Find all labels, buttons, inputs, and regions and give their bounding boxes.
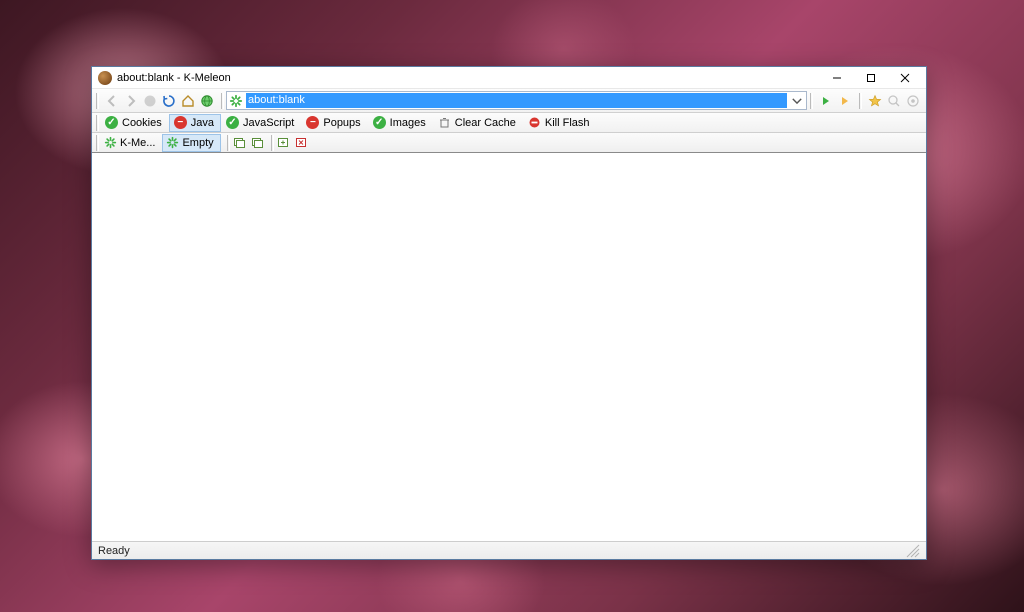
stop-button[interactable] xyxy=(141,92,159,110)
privacy-cookies[interactable]: ✓ Cookies xyxy=(100,114,169,132)
privacy-label: JavaScript xyxy=(243,117,294,129)
toolbar-grip[interactable] xyxy=(271,135,274,151)
privacy-toolbar: ✓ Cookies − Java ✓ JavaScript − Popups ✓… xyxy=(92,113,926,133)
privacy-kill-flash[interactable]: Kill Flash xyxy=(523,114,597,132)
check-icon: ✓ xyxy=(373,116,386,129)
trash-icon xyxy=(438,116,451,129)
close-tab-icon[interactable] xyxy=(294,135,310,151)
back-button[interactable] xyxy=(103,92,121,110)
block-icon: − xyxy=(306,116,319,129)
toolbar-grip[interactable] xyxy=(859,93,862,109)
browser-window: about:blank - K-Meleon xyxy=(91,66,927,560)
privacy-popups[interactable]: − Popups xyxy=(301,114,367,132)
address-bar[interactable]: about:blank xyxy=(226,91,807,110)
kill-flash-icon xyxy=(528,116,541,129)
favorites-button[interactable] xyxy=(866,92,884,110)
privacy-label: Clear Cache xyxy=(455,117,516,129)
titlebar[interactable]: about:blank - K-Meleon xyxy=(92,67,926,89)
privacy-images[interactable]: ✓ Images xyxy=(368,114,433,132)
go-button[interactable] xyxy=(817,92,835,110)
toolbar-grip[interactable] xyxy=(810,93,813,109)
resize-grip-icon[interactable] xyxy=(904,544,920,558)
tab-bar: K-Me... Empty xyxy=(92,133,926,153)
privacy-label: Popups xyxy=(323,117,360,129)
privacy-java[interactable]: − Java xyxy=(169,114,221,132)
tab-label: Empty xyxy=(182,137,213,149)
privacy-clear-cache[interactable]: Clear Cache xyxy=(433,114,523,132)
privacy-label: Images xyxy=(390,117,426,129)
privacy-label: Java xyxy=(191,117,214,129)
status-bar: Ready xyxy=(92,541,926,559)
toolbar-grip[interactable] xyxy=(221,93,224,109)
url-input[interactable]: about:blank xyxy=(246,93,787,108)
maximize-button[interactable] xyxy=(854,68,888,88)
check-icon: ✓ xyxy=(105,116,118,129)
close-button[interactable] xyxy=(888,68,922,88)
page-content[interactable] xyxy=(92,153,926,541)
settings-button[interactable] xyxy=(904,92,922,110)
tab-label: K-Me... xyxy=(120,137,155,149)
block-icon: − xyxy=(174,116,187,129)
status-text: Ready xyxy=(98,545,130,557)
toolbar-grip[interactable] xyxy=(96,93,99,109)
zoom-button[interactable] xyxy=(885,92,903,110)
main-toolbar: about:blank xyxy=(92,89,926,113)
window-next-icon[interactable] xyxy=(250,135,266,151)
toolbar-grip[interactable] xyxy=(96,115,99,131)
throbber-icon xyxy=(166,136,179,149)
check-icon: ✓ xyxy=(226,116,239,129)
throbber-icon xyxy=(229,94,243,108)
app-icon xyxy=(98,71,112,85)
privacy-label: Kill Flash xyxy=(545,117,590,129)
toolbar-grip[interactable] xyxy=(227,135,230,151)
window-prev-icon[interactable] xyxy=(232,135,248,151)
throbber-icon xyxy=(104,136,117,149)
new-tab-icon[interactable] xyxy=(276,135,292,151)
forward-button[interactable] xyxy=(122,92,140,110)
tab-kmeleon[interactable]: K-Me... xyxy=(100,134,162,152)
go-new-button[interactable] xyxy=(836,92,854,110)
toolbar-grip[interactable] xyxy=(96,135,99,151)
window-controls xyxy=(820,68,922,88)
home-button[interactable] xyxy=(179,92,197,110)
globe-button[interactable] xyxy=(198,92,216,110)
privacy-label: Cookies xyxy=(122,117,162,129)
reload-button[interactable] xyxy=(160,92,178,110)
privacy-javascript[interactable]: ✓ JavaScript xyxy=(221,114,301,132)
minimize-button[interactable] xyxy=(820,68,854,88)
window-title: about:blank - K-Meleon xyxy=(117,72,231,84)
url-dropdown-icon[interactable] xyxy=(790,94,804,108)
tab-empty[interactable]: Empty xyxy=(162,134,220,152)
